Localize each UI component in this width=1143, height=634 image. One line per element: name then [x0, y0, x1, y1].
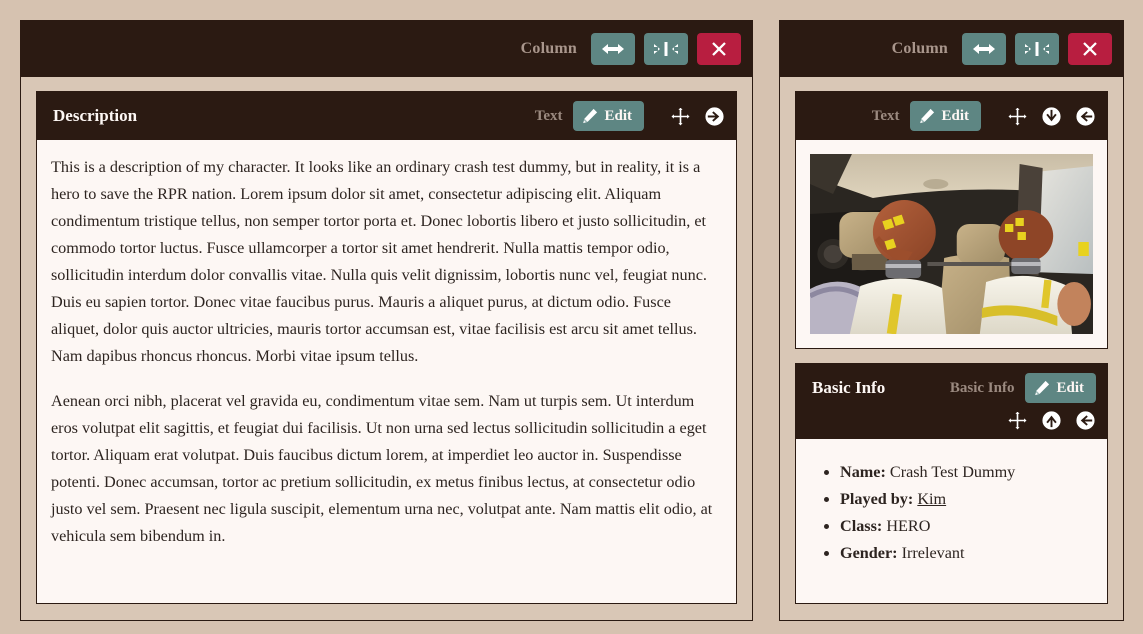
edit-image-button[interactable]: Edit [910, 101, 981, 131]
panel-basic-info: Basic Info Basic Info Edit • Name: Crash… [795, 363, 1108, 604]
move-left-icon[interactable] [1074, 105, 1096, 127]
arrows-move-icon [1007, 106, 1027, 126]
arrows-left-right-icon [973, 44, 995, 54]
panel-image-header: Text Edit [796, 92, 1107, 140]
panel-description-controls: Text Edit [535, 101, 725, 131]
pencil-icon [1035, 380, 1050, 396]
list-item: Class: HERO [840, 513, 1093, 540]
close-column-button-right[interactable] [1068, 33, 1112, 65]
field-value-gender: Irrelevant [901, 544, 965, 562]
narrow-column-button-right[interactable] [1015, 33, 1059, 65]
widen-column-button[interactable] [591, 33, 635, 65]
basic-info-list: Name: Crash Test Dummy Played by: Kim Cl… [810, 459, 1093, 567]
panel-image-controls: Text Edit [872, 101, 1096, 131]
panel-description-type: Text [534, 107, 563, 124]
panel-description-header: Description Text Edit [37, 92, 736, 140]
arrow-circle-right-icon [703, 105, 725, 127]
edit-basic-info-label: Edit [1056, 379, 1084, 396]
field-value-class: HERO [886, 517, 931, 535]
field-key-gender: Gender: [840, 544, 898, 562]
description-paragraph-1: This is a description of my character. I… [51, 158, 707, 365]
column-left-panels: Description Text Edit This is a descript… [21, 77, 752, 620]
move-right-icon[interactable] [703, 105, 725, 127]
panel-basic-info-controls: Basic Info Edit [950, 373, 1096, 431]
column-left-toolbar: Column [21, 21, 752, 77]
arrow-circle-up-icon [1040, 409, 1062, 431]
column-left: Column Description Text Edit This is a d… [20, 20, 753, 621]
column-right: Column Text Edit Basic Info Basic Info E… [779, 20, 1124, 621]
column-right-label: Column [891, 40, 948, 57]
list-item: Gender: Irrelevant [840, 540, 1093, 567]
column-right-toolbar: Column [780, 21, 1123, 77]
arrow-circle-left-icon [1074, 409, 1096, 431]
list-item: Played by: Kim [840, 486, 1093, 513]
field-key-class: Class: [840, 517, 883, 535]
edit-image-label: Edit [941, 107, 969, 124]
arrows-move-icon [670, 106, 690, 126]
column-left-label: Column [520, 40, 577, 57]
field-key-name: Name: [840, 463, 886, 481]
edit-description-label: Edit [604, 107, 632, 124]
panel-basic-info-title: Basic Info [812, 378, 886, 397]
panel-basic-info-header: Basic Info Basic Info Edit [796, 364, 1107, 439]
panel-image-type: Text [871, 107, 900, 124]
character-photo [810, 154, 1093, 334]
move-panel-icon[interactable] [1006, 105, 1028, 127]
close-icon [1083, 42, 1097, 56]
column-right-panels: Text Edit Basic Info Basic Info Edit • N… [780, 77, 1123, 620]
panel-basic-info-type: Basic Info [949, 379, 1015, 396]
move-panel-icon[interactable] [1006, 409, 1028, 431]
list-item: Name: Crash Test Dummy [840, 459, 1093, 486]
arrows-left-right-icon [602, 44, 624, 54]
arrows-move-icon [1007, 410, 1027, 430]
panel-image-body [796, 140, 1107, 348]
panel-description-title: Description [53, 106, 138, 125]
panel-description-body: This is a description of my character. I… [37, 140, 736, 603]
close-column-button[interactable] [697, 33, 741, 65]
field-value-played-by-link[interactable]: Kim [917, 490, 946, 508]
move-left-icon[interactable] [1074, 409, 1096, 431]
close-icon [712, 42, 726, 56]
panel-image-icon-group [1006, 105, 1096, 127]
field-key-played-by: Played by: [840, 490, 914, 508]
arrow-circle-left-icon [1074, 105, 1096, 127]
panel-description: Description Text Edit This is a descript… [36, 91, 737, 604]
pencil-icon [920, 108, 935, 124]
field-value-name: Crash Test Dummy [889, 463, 1016, 481]
arrows-to-center-icon [1025, 42, 1049, 56]
edit-description-button[interactable]: Edit [573, 101, 644, 131]
move-down-icon[interactable] [1040, 105, 1062, 127]
narrow-column-button[interactable] [644, 33, 688, 65]
arrow-circle-down-icon [1040, 105, 1062, 127]
description-paragraph-2: Aenean orci nibh, placerat vel gravida e… [51, 392, 713, 545]
pencil-icon [583, 108, 598, 124]
panel-basic-info-icon-group [1006, 409, 1096, 431]
widen-column-button-right[interactable] [962, 33, 1006, 65]
move-up-icon[interactable] [1040, 409, 1062, 431]
arrows-to-center-icon [654, 42, 678, 56]
panel-basic-info-body: Name: Crash Test Dummy Played by: Kim Cl… [796, 439, 1107, 603]
panel-character-image: Text Edit [795, 91, 1108, 349]
move-panel-icon[interactable] [669, 105, 691, 127]
edit-basic-info-button[interactable]: Edit [1025, 373, 1096, 403]
panel-description-icon-group [669, 105, 725, 127]
character-sheet-page: Column Description Text Edit This is a d… [0, 0, 1143, 634]
